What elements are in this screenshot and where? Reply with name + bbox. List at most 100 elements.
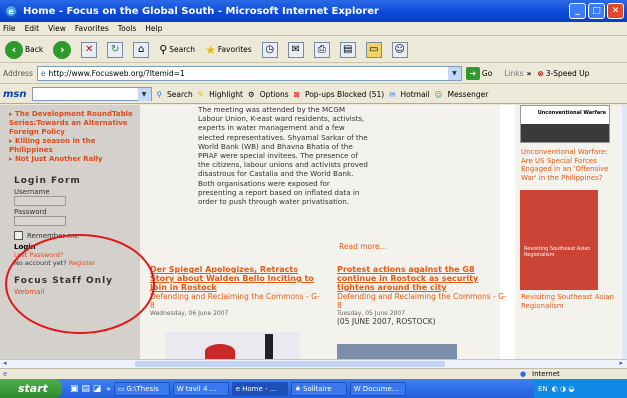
username-label: Username bbox=[14, 188, 50, 196]
menu-view[interactable]: View bbox=[48, 24, 66, 33]
messenger-button[interactable]: Messenger bbox=[448, 90, 489, 99]
close-button[interactable]: ✕ bbox=[607, 3, 624, 19]
tray-icons[interactable]: ◐ ◑ ◒ bbox=[552, 385, 575, 393]
story-1-headline[interactable]: Der Spiegel Apologizes, Retracts Story a… bbox=[150, 265, 320, 292]
task-solitaire[interactable]: ♠ Solitaire bbox=[290, 381, 347, 396]
horizontal-scrollbar[interactable]: ◂ ▸ bbox=[0, 359, 627, 368]
task-word-document[interactable]: W tavil 4 ... bbox=[172, 381, 229, 396]
mail-icon: ✉ bbox=[287, 41, 304, 58]
password-field[interactable] bbox=[14, 216, 66, 226]
history-button[interactable]: ◷ bbox=[260, 39, 280, 61]
msn-search-button[interactable]: Search bbox=[167, 90, 193, 99]
history-icon: ◷ bbox=[261, 41, 278, 58]
menu-file[interactable]: File bbox=[3, 24, 16, 33]
options-icon: ⚙ bbox=[247, 89, 255, 99]
status-page-icon: e bbox=[3, 370, 8, 378]
username-field[interactable] bbox=[14, 196, 66, 206]
favorites-button[interactable]: ★ Favorites bbox=[203, 39, 254, 61]
globe-icon: ● bbox=[520, 370, 527, 378]
messenger-icon: ☺ bbox=[391, 41, 408, 58]
regionalism-link[interactable]: Revisiting Southeast Asian Regionalism bbox=[515, 290, 622, 310]
task-internet-explorer[interactable]: e Home - ... bbox=[231, 381, 288, 396]
print-button[interactable]: ⎙ bbox=[312, 39, 332, 61]
menu-tools[interactable]: Tools bbox=[118, 24, 136, 33]
go-button[interactable]: ➜ Go bbox=[465, 67, 492, 80]
refresh-button[interactable]: ↻ bbox=[105, 39, 125, 61]
sidebar-link-development[interactable]: ▸ The Development RoundTable Series:Towa… bbox=[0, 110, 140, 137]
regionalism-book-cover[interactable]: Revisiting Southeast Asian Regionalism bbox=[520, 190, 598, 291]
chevron-down-icon[interactable]: ▼ bbox=[137, 88, 151, 101]
folder-icon: ▭ bbox=[365, 41, 382, 58]
horizontal-scroll-thumb[interactable] bbox=[135, 361, 445, 367]
story-1-section[interactable]: Defending and Reclaiming the Commons - G… bbox=[150, 292, 320, 310]
minimize-button[interactable]: _ bbox=[569, 3, 586, 19]
read-more-link[interactable]: Read more... bbox=[339, 242, 387, 251]
scroll-right-icon[interactable]: ▸ bbox=[619, 359, 623, 367]
links-chevron-icon[interactable]: » bbox=[527, 69, 532, 78]
story-2-headline[interactable]: Protest actions against the G8 continue … bbox=[337, 265, 507, 292]
story-2-section[interactable]: Defending and Reclaiming the Commons - G… bbox=[337, 292, 507, 310]
msn-search-input[interactable]: ▼ bbox=[31, 87, 152, 101]
forward-button[interactable]: › bbox=[51, 39, 73, 61]
sidebar-link-killing-season[interactable]: ▸ Killing season in the Philippines bbox=[0, 137, 140, 155]
language-indicator[interactable]: EN bbox=[538, 385, 548, 393]
story-2-date: Tuesday, 05 June 2007 bbox=[337, 310, 406, 317]
task-thesis-folder[interactable]: ▭ G:\Thesis bbox=[113, 381, 170, 396]
stop-button[interactable]: ✕ bbox=[79, 39, 99, 61]
highlight-button[interactable]: Highlight bbox=[209, 90, 243, 99]
status-bar: e ● Internet bbox=[0, 368, 627, 379]
window-title: Home - Focus on the Global South - Micro… bbox=[23, 5, 379, 17]
quicklaunch-icons[interactable]: ▣ ▤ ◪ bbox=[70, 384, 101, 394]
menu-bar: File Edit View Favorites Tools Help bbox=[0, 22, 627, 36]
mail-button[interactable]: ✉ bbox=[286, 39, 306, 61]
home-icon: ⌂ bbox=[133, 41, 150, 58]
messenger-button[interactable]: ☺ bbox=[390, 39, 410, 61]
edit-icon: ▤ bbox=[339, 41, 356, 58]
links-button[interactable]: Links bbox=[504, 69, 523, 78]
star-icon: ★ bbox=[205, 42, 216, 57]
refresh-icon: ↻ bbox=[107, 41, 124, 58]
task-documents[interactable]: W Docume... bbox=[349, 381, 406, 396]
hotmail-icon: ✉ bbox=[389, 89, 396, 99]
menu-edit[interactable]: Edit bbox=[25, 24, 40, 33]
scroll-left-icon[interactable]: ◂ bbox=[3, 359, 7, 367]
status-zone: Internet bbox=[532, 370, 560, 378]
story-2-dateline: (05 JUNE 2007, ROSTOCK) bbox=[337, 317, 436, 326]
password-label: Password bbox=[14, 208, 47, 216]
sidebar-link-rally[interactable]: ▸ Not Just Another Rally bbox=[0, 155, 140, 164]
speedup-icon: ⊗ bbox=[537, 69, 544, 78]
back-arrow-icon: ‹ bbox=[5, 40, 23, 59]
search-button[interactable]: ⚲ Search bbox=[157, 39, 197, 61]
hotmail-button[interactable]: Hotmail bbox=[401, 90, 430, 99]
vertical-scrollbar[interactable] bbox=[622, 105, 627, 359]
edit-button[interactable]: ▤ bbox=[338, 39, 358, 61]
speedup-button[interactable]: 3-Speed Up bbox=[546, 69, 590, 78]
warfare-link[interactable]: Unconventional Warfare: Are US Special F… bbox=[515, 143, 622, 182]
search-icon: ⚲ bbox=[159, 43, 168, 56]
story-2: Protest actions against the G8 continue … bbox=[337, 265, 507, 326]
highlight-icon: ✎ bbox=[197, 89, 205, 99]
home-button[interactable]: ⌂ bbox=[131, 39, 151, 61]
remember-checkbox[interactable] bbox=[14, 231, 23, 240]
quicklaunch-chevron-icon[interactable]: » bbox=[106, 385, 111, 393]
menu-help[interactable]: Help bbox=[145, 24, 162, 33]
login-form-title: Login Form bbox=[14, 176, 81, 186]
story-1-date: Wednesday, 06 June 2007 bbox=[150, 310, 229, 317]
messenger-icon: ☺ bbox=[434, 89, 443, 99]
address-input[interactable]: e http://www.Focusweb.org/?Itemid=1 ▼ bbox=[36, 66, 462, 81]
back-button[interactable]: ‹ Back bbox=[3, 39, 45, 61]
menu-favorites[interactable]: Favorites bbox=[75, 24, 109, 33]
forward-arrow-icon: › bbox=[53, 40, 72, 59]
maximize-button[interactable]: □ bbox=[588, 3, 605, 19]
right-sidebar: Unconventional Warfare Unconventional Wa… bbox=[515, 105, 622, 359]
chevron-down-icon[interactable]: ▼ bbox=[447, 67, 461, 80]
start-button[interactable]: start bbox=[0, 379, 62, 398]
options-button[interactable]: Options bbox=[260, 90, 289, 99]
print-icon: ⎙ bbox=[313, 41, 330, 58]
warfare-book-cover[interactable]: Unconventional Warfare bbox=[520, 105, 610, 143]
folder-button[interactable]: ▭ bbox=[364, 39, 384, 61]
popups-blocked-button[interactable]: Pop-ups Blocked (51) bbox=[305, 90, 384, 99]
stop-icon: ✕ bbox=[81, 41, 98, 58]
system-tray: EN ◐ ◑ ◒ bbox=[534, 379, 627, 398]
msn-logo[interactable]: msn bbox=[3, 89, 27, 100]
